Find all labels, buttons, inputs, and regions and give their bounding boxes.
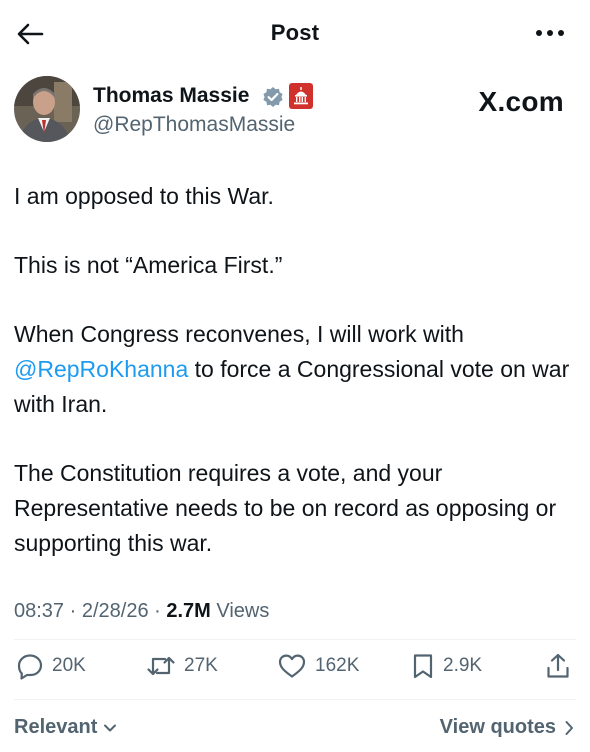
mention-link[interactable]: @RepRoKhanna bbox=[14, 356, 188, 382]
post-date[interactable]: 2/28/26 bbox=[82, 600, 149, 622]
more-horizontal-icon bbox=[536, 30, 564, 36]
avatar-image bbox=[14, 76, 80, 142]
chevron-right-icon bbox=[565, 720, 573, 735]
reply-icon bbox=[17, 654, 43, 680]
post-time[interactable]: 08:37 bbox=[14, 600, 64, 622]
view-quotes-label: View quotes bbox=[439, 716, 556, 738]
tweet-paragraph: This is not “America First.” bbox=[14, 252, 283, 278]
top-bar: Post bbox=[0, 0, 590, 66]
meta-separator: · bbox=[148, 600, 167, 622]
repost-button[interactable]: 27K bbox=[146, 648, 218, 684]
post-meta: 08:37 · 2/28/26 · 2.7M Views bbox=[14, 600, 269, 623]
chevron-down-icon bbox=[104, 724, 117, 731]
more-options-button[interactable] bbox=[532, 20, 568, 46]
like-button[interactable]: 162K bbox=[277, 648, 359, 684]
reply-button[interactable]: 20K bbox=[16, 648, 86, 684]
us-capitol-badge-icon[interactable] bbox=[289, 83, 313, 109]
bookmark-button[interactable]: 2.9K bbox=[411, 648, 482, 684]
verified-badge-icon bbox=[262, 86, 284, 108]
like-count: 162K bbox=[315, 655, 360, 676]
source-watermark: X.com bbox=[478, 86, 564, 117]
views-label: Views bbox=[210, 600, 270, 622]
repost-icon bbox=[147, 656, 175, 676]
author-name[interactable]: Thomas Massie bbox=[93, 84, 249, 108]
tweet-paragraph: When Congress reconvenes, I will work wi… bbox=[14, 317, 580, 422]
replies-toolbar: Relevant View quotes bbox=[0, 712, 590, 744]
bookmark-icon bbox=[413, 654, 433, 679]
action-bar: 20K 27K 162K 2.9K bbox=[0, 648, 590, 684]
tweet-paragraph: The Constitution requires a vote, and yo… bbox=[14, 460, 557, 556]
heart-icon bbox=[278, 654, 306, 678]
sort-relevant-button[interactable]: Relevant bbox=[14, 716, 117, 739]
page-title: Post bbox=[270, 20, 320, 45]
repost-count: 27K bbox=[184, 655, 218, 676]
tweet-text: I am opposed to this War. This is not “A… bbox=[14, 179, 580, 595]
reply-count: 20K bbox=[52, 655, 86, 676]
meta-separator: · bbox=[64, 600, 82, 622]
sort-label: Relevant bbox=[14, 716, 98, 738]
share-button[interactable] bbox=[545, 648, 571, 684]
share-icon bbox=[547, 653, 569, 678]
tweet-text-segment: When Congress reconvenes, I will work wi… bbox=[14, 321, 464, 347]
author-handle[interactable]: @RepThomasMassie bbox=[93, 113, 295, 137]
views-count[interactable]: 2.7M bbox=[166, 600, 210, 622]
view-quotes-button[interactable]: View quotes bbox=[440, 716, 574, 739]
bookmark-count: 2.9K bbox=[443, 655, 483, 676]
tweet-paragraph: I am opposed to this War. bbox=[14, 183, 274, 209]
divider bbox=[14, 639, 576, 640]
divider bbox=[14, 699, 576, 700]
avatar[interactable] bbox=[14, 76, 80, 142]
